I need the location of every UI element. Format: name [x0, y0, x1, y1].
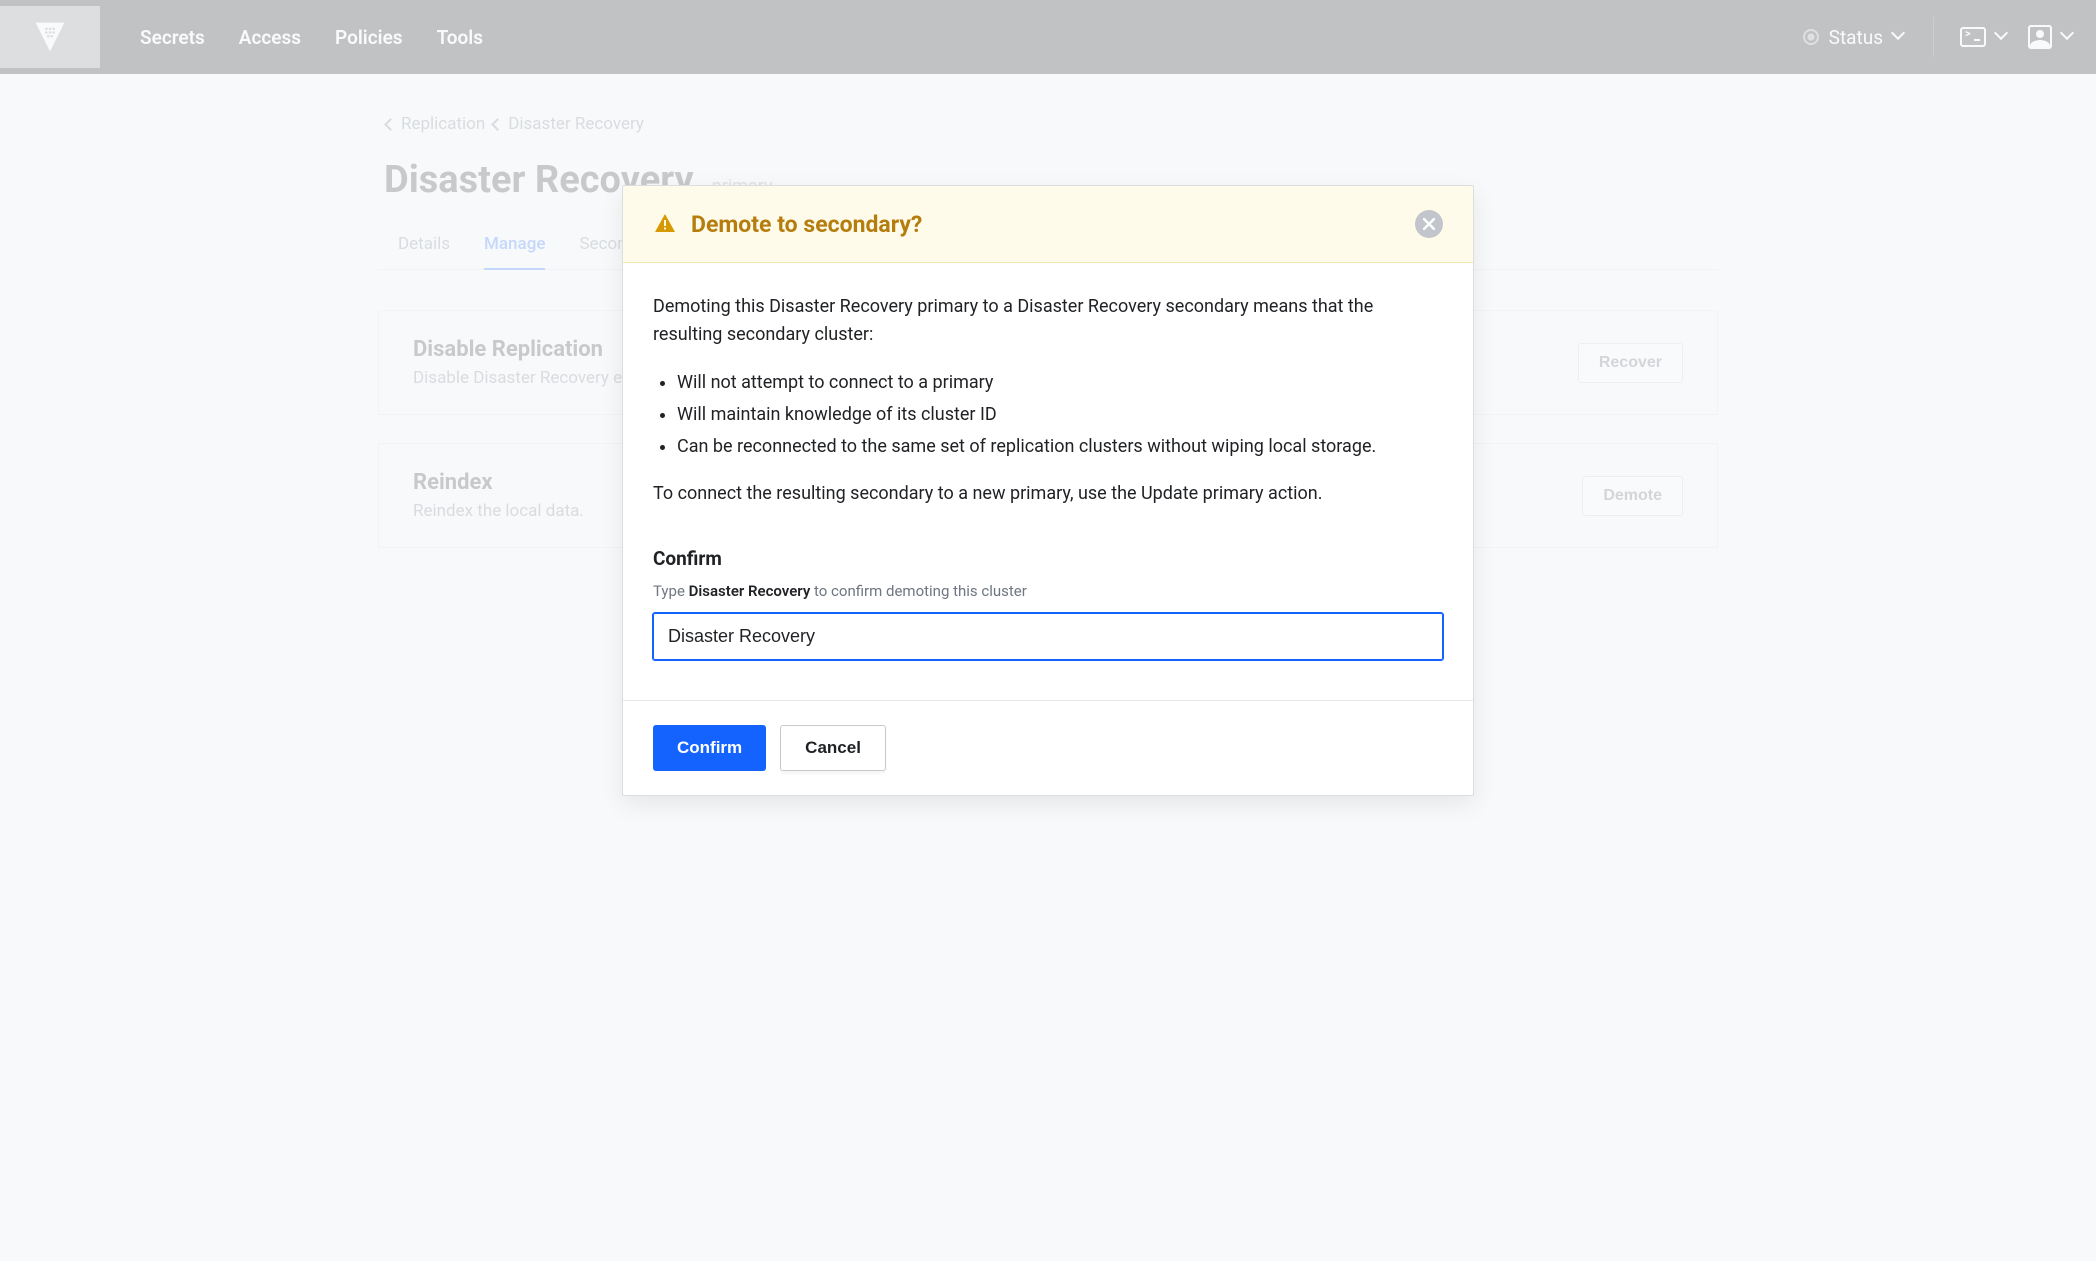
modal-overlay: Demote to secondary? Demoting this Disas…	[0, 0, 2096, 1261]
close-icon	[1423, 218, 1435, 230]
modal-bullet: Will not attempt to connect to a primary	[677, 369, 1443, 397]
modal-bullet: Will maintain knowledge of its cluster I…	[677, 401, 1443, 429]
confirm-hint-suffix: to confirm demoting this cluster	[810, 582, 1027, 600]
modal-intro-text: Demoting this Disaster Recovery primary …	[653, 293, 1443, 349]
confirm-heading: Confirm	[653, 544, 1443, 573]
confirm-input[interactable]	[653, 613, 1443, 660]
close-button[interactable]	[1415, 210, 1443, 238]
cancel-button[interactable]: Cancel	[780, 725, 886, 771]
modal-title: Demote to secondary?	[691, 211, 922, 238]
demote-confirm-modal: Demote to secondary? Demoting this Disas…	[622, 185, 1474, 796]
confirm-hint-keyword: Disaster Recovery	[689, 582, 811, 600]
modal-bullet: Can be reconnected to the same set of re…	[677, 433, 1443, 461]
warning-icon	[653, 212, 677, 236]
modal-outro-text: To connect the resulting secondary to a …	[653, 480, 1443, 508]
modal-body: Demoting this Disaster Recovery primary …	[623, 263, 1473, 700]
confirm-button[interactable]: Confirm	[653, 725, 766, 771]
confirm-hint-prefix: Type	[653, 582, 689, 600]
modal-footer: Confirm Cancel	[623, 700, 1473, 795]
confirm-hint: Type Disaster Recovery to confirm demoti…	[653, 580, 1443, 603]
modal-bullet-list: Will not attempt to connect to a primary…	[653, 369, 1443, 461]
modal-header: Demote to secondary?	[623, 186, 1473, 263]
